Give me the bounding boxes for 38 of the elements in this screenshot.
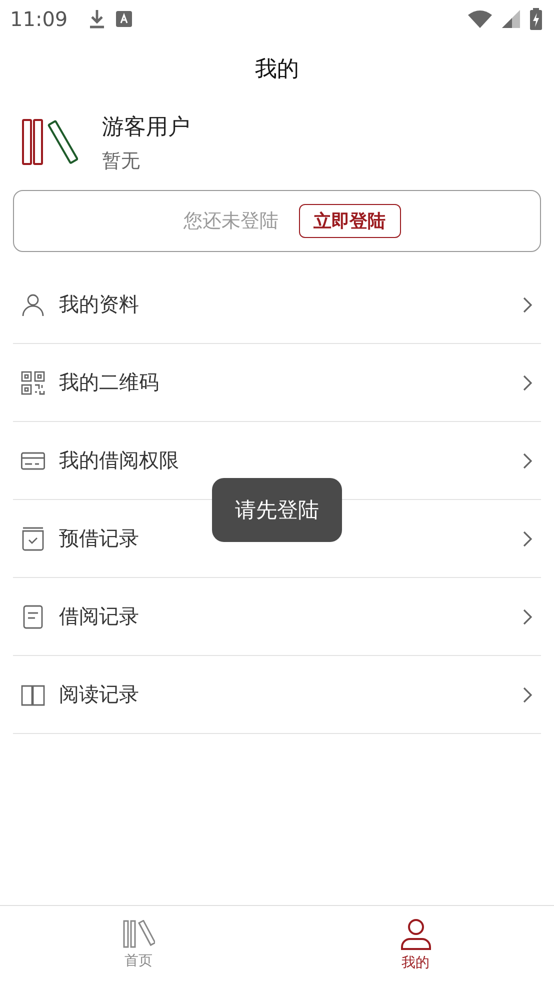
- qr-code-icon: [21, 370, 45, 394]
- menu-item[interactable]: 我的二维码: [13, 344, 541, 422]
- menu-label: 我的资料: [59, 291, 140, 318]
- menu-label: 我的二维码: [59, 369, 160, 396]
- menu-label: 我的借阅权限: [59, 447, 180, 474]
- status-time: 11:09: [10, 7, 68, 31]
- wifi-icon: [468, 10, 492, 28]
- download-icon: [88, 9, 106, 29]
- books-icon: [122, 920, 154, 948]
- person-icon: [400, 918, 432, 950]
- signal-icon: [502, 10, 520, 28]
- menu-label: 借阅记录: [59, 603, 140, 630]
- chevron-right-icon: [523, 452, 533, 468]
- menu-item[interactable]: 阅读记录: [13, 656, 541, 734]
- document-icon: [21, 604, 45, 628]
- user-subtitle: 暂无: [102, 149, 141, 174]
- chevron-right-icon: [523, 686, 533, 702]
- tab-item[interactable]: 我的: [277, 906, 554, 984]
- chevron-right-icon: [523, 296, 533, 312]
- menu-item[interactable]: 我的资料: [13, 266, 541, 344]
- tab-item[interactable]: 首页: [0, 906, 277, 984]
- checkbox-icon: [21, 526, 45, 550]
- keyboard-icon: [116, 11, 132, 27]
- chevron-right-icon: [523, 374, 533, 390]
- login-button[interactable]: 立即登陆: [298, 204, 400, 238]
- login-message: 您还未登陆: [184, 209, 278, 234]
- battery-icon: [530, 8, 542, 30]
- book-icon: [21, 682, 45, 706]
- menu-item[interactable]: 借阅记录: [13, 578, 541, 656]
- page-title: 我的: [255, 56, 299, 84]
- user-name: 游客用户: [102, 114, 190, 142]
- toast-message: 请先登陆: [212, 478, 342, 542]
- menu-label: 预借记录: [59, 525, 140, 552]
- menu-label: 阅读记录: [59, 681, 140, 708]
- chevron-right-icon: [523, 608, 533, 624]
- chevron-right-icon: [523, 530, 533, 546]
- books-icon: [22, 119, 78, 167]
- person-icon: [21, 292, 45, 316]
